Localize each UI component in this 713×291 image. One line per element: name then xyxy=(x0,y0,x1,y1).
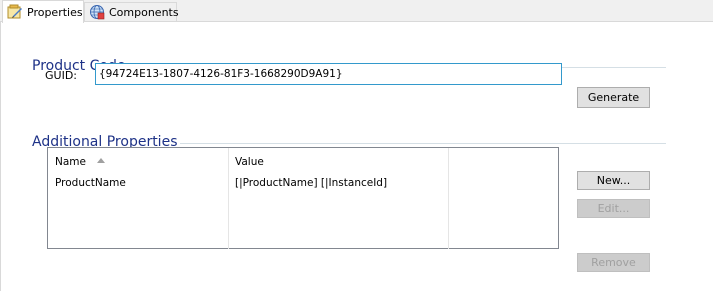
row-name-cell: ProductName xyxy=(55,177,126,189)
tab-components[interactable]: Components xyxy=(84,2,179,21)
properties-listview[interactable]: Name Value ProductName [|ProductName] [|… xyxy=(47,147,559,249)
guid-input[interactable]: {94724E13-1807-4126-81F3-1668290D9A91} xyxy=(95,63,562,85)
additional-properties-divider xyxy=(180,143,666,144)
column-header-value[interactable]: Value xyxy=(235,156,264,168)
tab-strip: Properties Components xyxy=(0,0,713,23)
sort-ascending-icon xyxy=(97,158,105,163)
row-value-cell: [|ProductName] [|InstanceId] xyxy=(235,177,388,189)
tab-properties-label: Properties xyxy=(27,5,83,19)
tab-properties[interactable]: Properties xyxy=(2,0,84,23)
generate-button[interactable]: Generate xyxy=(577,87,650,108)
remove-button[interactable]: Remove xyxy=(577,253,650,272)
components-globe-icon xyxy=(89,4,105,20)
column-header-name[interactable]: Name xyxy=(55,156,86,168)
listview-header: Name Value xyxy=(48,148,558,173)
edit-button[interactable]: Edit... xyxy=(577,199,650,218)
properties-icon xyxy=(7,4,23,20)
new-button[interactable]: New... xyxy=(577,171,650,190)
tab-components-label: Components xyxy=(109,5,179,19)
guid-label: GUID: xyxy=(45,69,77,82)
